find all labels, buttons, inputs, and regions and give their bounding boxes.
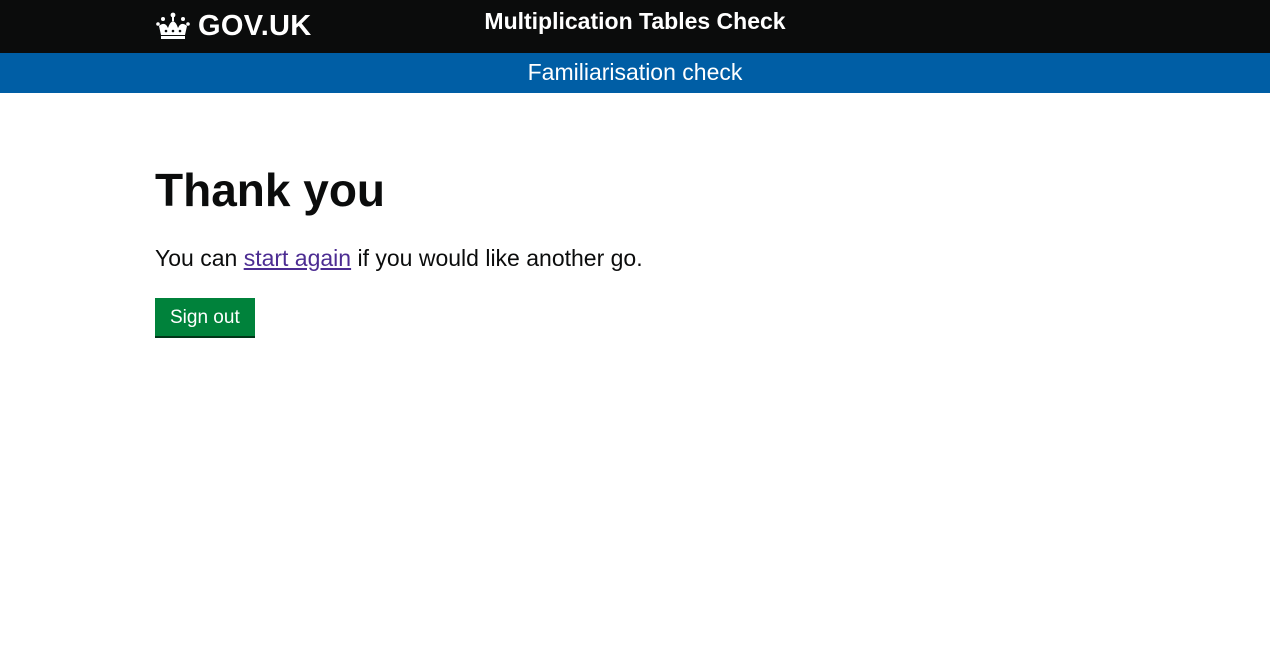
page-title: Thank you (155, 164, 386, 216)
service-name: Multiplication Tables Check (484, 8, 786, 34)
familiarisation-banner: Familiarisation check (0, 53, 1270, 93)
start-again-link[interactable]: start again (244, 245, 351, 271)
main-content: Thank you You can start again if you wou… (0, 93, 1270, 336)
text-before-link: You can (155, 245, 244, 271)
site-header: GOV.UK Multiplication Tables Check (0, 0, 1270, 53)
sign-out-button[interactable]: Sign out (155, 298, 255, 336)
text-after-link: if you would like another go. (351, 245, 643, 271)
start-again-text: You can start again if you would like an… (155, 243, 1270, 273)
